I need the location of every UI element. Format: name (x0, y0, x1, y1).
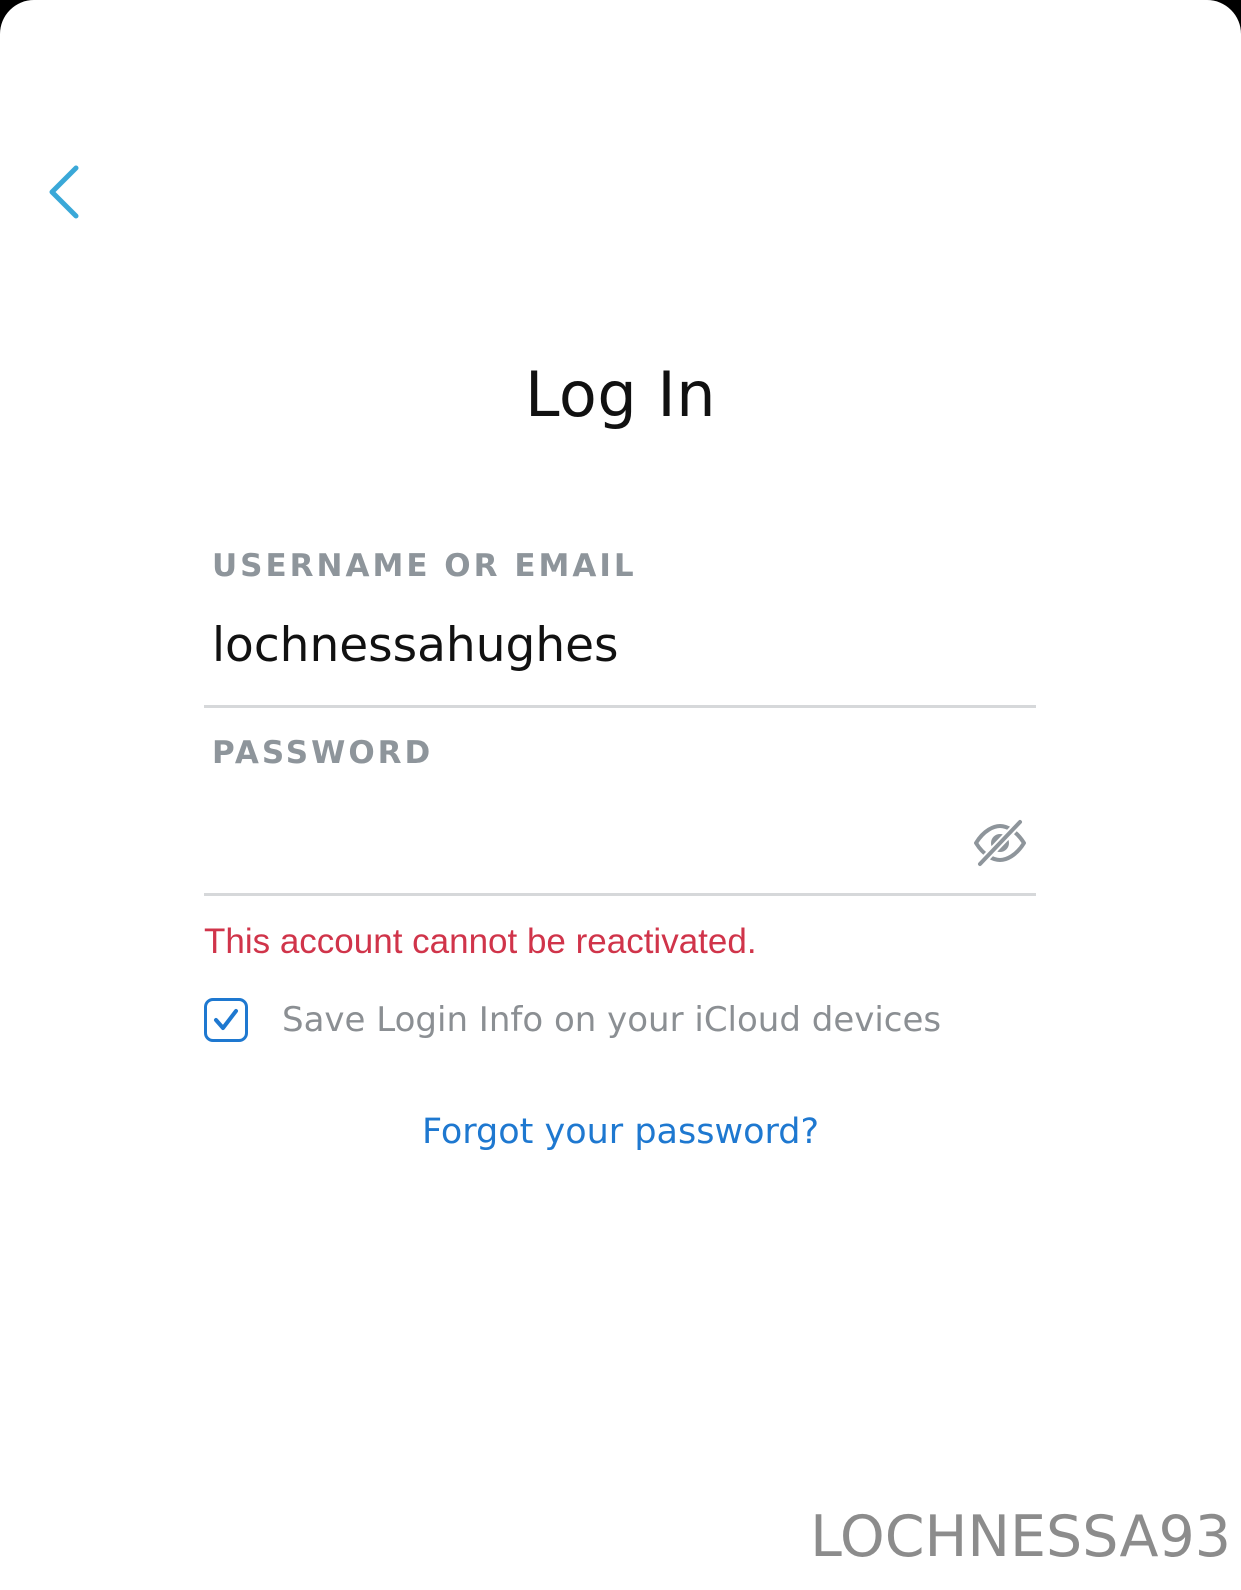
eye-slash-icon (974, 818, 1026, 868)
error-message: This account cannot be reactivated. (204, 922, 757, 961)
username-input[interactable] (204, 604, 1036, 708)
forgot-password-link[interactable]: Forgot your password? (0, 1112, 1241, 1152)
back-button[interactable] (36, 150, 100, 234)
save-login-checkbox[interactable] (204, 998, 248, 1042)
chevron-left-icon (49, 165, 79, 219)
save-login-label[interactable]: Save Login Info on your iCloud devices (282, 1000, 941, 1040)
password-input[interactable] (204, 790, 1036, 896)
password-visibility-toggle[interactable] (970, 818, 1030, 868)
page-title: Log In (524, 358, 717, 431)
login-screen: Log In USERNAME OR EMAIL PASSWORD This a… (0, 0, 1241, 1590)
checkmark-icon (214, 1009, 238, 1030)
username-label: USERNAME OR EMAIL (212, 548, 637, 584)
watermark-text: LOCHNESSA93 (810, 1504, 1231, 1570)
password-label: PASSWORD (212, 735, 434, 771)
